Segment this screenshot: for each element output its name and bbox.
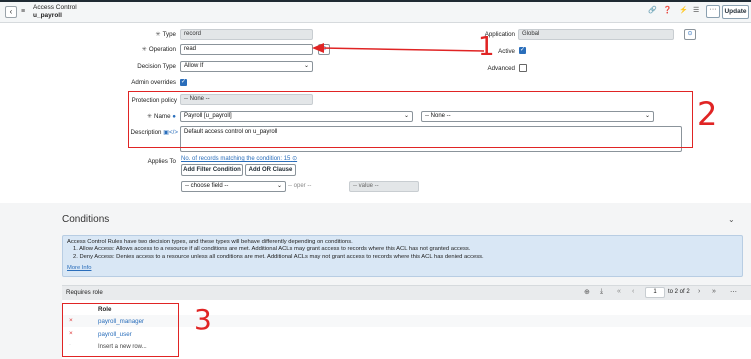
annotation-box-3 [62,303,179,357]
refresh-icon[interactable]: ⊙ [292,156,297,162]
page-total: to 2 of 2 [668,289,690,295]
last-page-icon[interactable]: » [712,288,716,295]
admin-overrides-checkbox[interactable]: ✓ [180,79,187,86]
back-button[interactable]: ‹ [5,6,17,18]
chevron-down-icon: ⌄ [276,183,282,189]
activity-icon[interactable]: ⚡ [679,6,688,15]
operation-label: ✳ Operation [141,46,176,53]
choose-field-select[interactable]: -- choose field -- ⌄ [181,181,286,192]
more-info-link[interactable]: More Info [67,265,92,271]
info-banner: Access Control Rules have two decision t… [62,235,743,277]
collapse-chevron-icon[interactable]: ⌄ [728,215,735,224]
page-number-input[interactable]: 1 [645,287,665,298]
more-options-button[interactable]: ··· [706,5,720,18]
applies-to-label: Applies To [147,158,176,165]
annotation-arrow [312,43,485,53]
globe-icon[interactable]: ⊕ [584,288,590,296]
annotation-number-3: 3 [194,303,212,336]
update-button[interactable]: Update [722,5,749,19]
application-info-icon[interactable]: ⊙ [684,29,696,40]
help-icon[interactable]: ❓ [663,6,672,15]
info-line: 2. Deny Access: Denies access to a resou… [73,254,484,260]
info-line: Access Control Rules have two decision t… [67,239,353,245]
type-field: record [180,29,313,40]
advanced-label: Advanced [487,65,515,72]
next-page-icon[interactable]: › [698,288,700,295]
decision-type-label: Decision Type [137,63,176,70]
attachment-icon[interactable]: 🔗 [648,6,657,15]
header-title: Access Control [33,4,77,11]
active-checkbox[interactable]: ✓ [519,47,526,54]
annotation-box-2 [128,91,693,148]
decision-type-select[interactable]: Allow If ⌄ [180,61,313,72]
chevron-down-icon: ⌄ [303,63,309,69]
requires-role-tab[interactable]: Requires role [66,289,103,296]
type-label: ✳ Type [155,31,176,38]
download-icon[interactable]: ⤓ [600,288,603,296]
form-header [0,2,751,23]
value-field[interactable]: -- value -- [349,181,419,192]
info-line: 1. Allow Access: Allows access to a reso… [73,246,471,252]
annotation-number-2: 2 [697,95,718,133]
annotation-number-1: 1 [478,32,495,62]
edit-icon[interactable]: ⋯ [730,288,737,296]
advanced-checkbox[interactable] [519,64,527,72]
operation-input[interactable]: read [180,44,313,55]
conditions-title: Conditions [62,214,110,225]
add-filter-condition-button[interactable]: Add Filter Condition [181,164,243,176]
application-field: Global [518,29,674,40]
first-page-icon[interactable]: « [617,288,621,295]
prev-page-icon[interactable]: ‹ [632,288,634,295]
add-or-clause-button[interactable]: Add OR Clause [245,164,296,176]
context-menu-icon[interactable]: ≡ [21,8,25,15]
oper-select[interactable]: -- oper -- [288,183,311,189]
header-subtitle: u_payroll [33,12,62,19]
settings-icon[interactable]: ☰ [693,6,699,15]
admin-overrides-label: Admin overrides [131,79,176,86]
records-matching-link[interactable]: No. of records matching the condition: 1… [181,155,297,162]
